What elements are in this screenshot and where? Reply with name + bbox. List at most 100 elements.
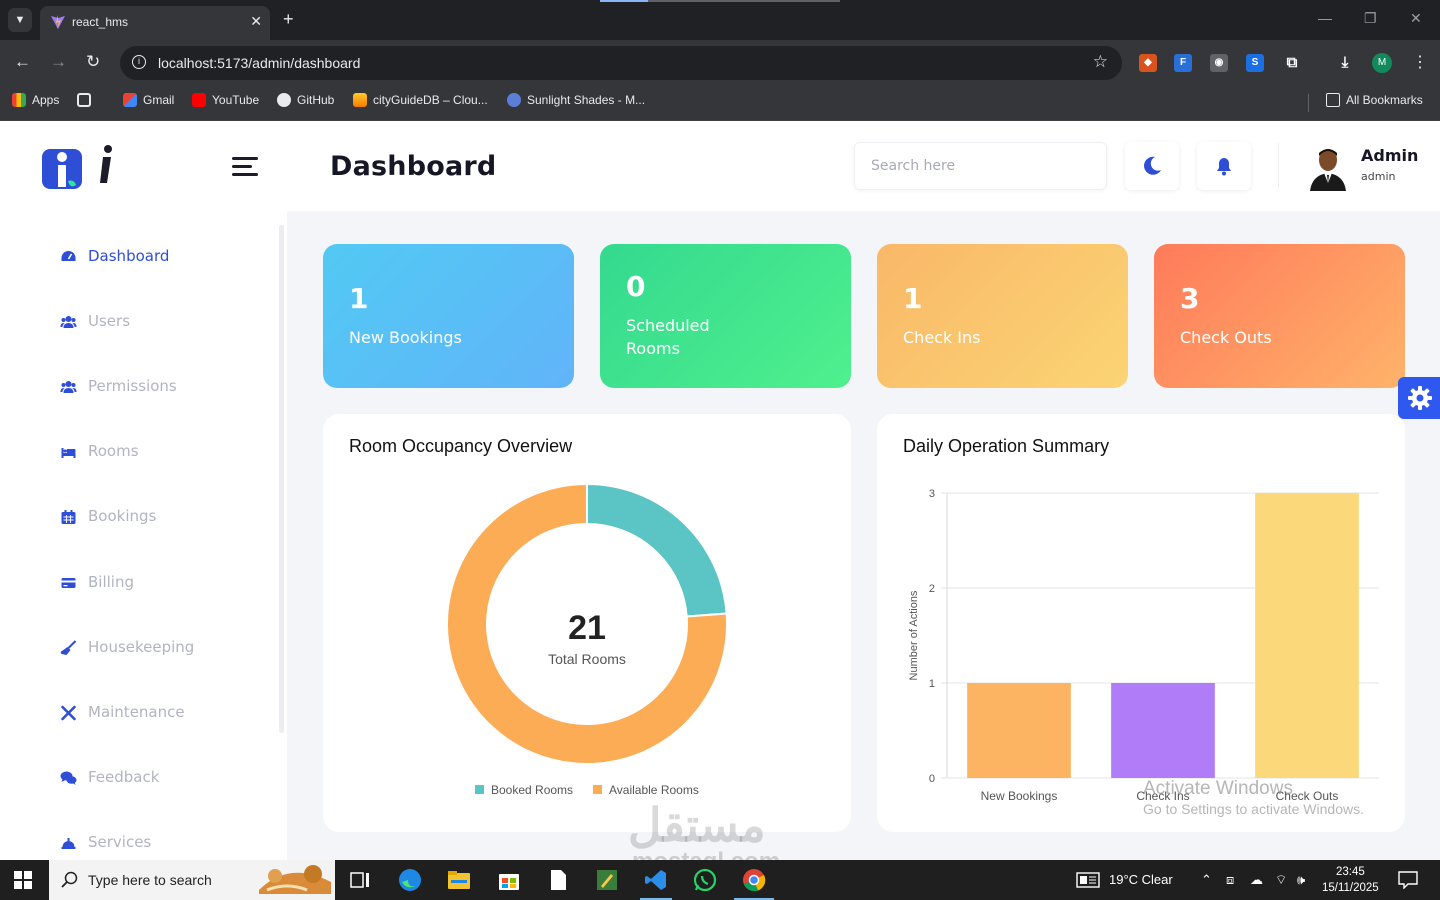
apps-grid-icon	[12, 93, 26, 107]
extension-s-icon[interactable]: S	[1246, 54, 1264, 72]
chrome-icon[interactable]	[742, 868, 766, 892]
sidebar-item-label: Housekeeping	[88, 638, 195, 656]
broom-icon	[60, 640, 77, 655]
y-axis-label: Number of Actions	[908, 590, 920, 680]
search-icon	[61, 871, 78, 888]
menu-toggle-icon[interactable]	[232, 157, 258, 177]
reload-icon[interactable]: ↻	[86, 52, 100, 72]
show-hidden-icons-chevron-icon[interactable]: ⌃	[1201, 872, 1212, 888]
notification-center-icon[interactable]	[1398, 871, 1418, 889]
app-logo[interactable]	[40, 143, 120, 191]
stat-card-check-ins[interactable]: 1 Check Ins	[877, 244, 1128, 388]
browser-tab[interactable]: react_hms ✕	[40, 6, 270, 40]
stat-card-check-outs[interactable]: 3 Check Outs	[1154, 244, 1405, 388]
address-url[interactable]: localhost:5173/admin/dashboard	[158, 55, 360, 71]
sidebar-item-feedback[interactable]: Feedback	[60, 763, 260, 793]
y-tick-label: 1	[929, 678, 935, 690]
search-input[interactable]	[854, 142, 1107, 190]
notifications-button[interactable]	[1197, 142, 1251, 190]
address-bar[interactable]: i localhost:5173/admin/dashboard ☆	[120, 46, 1122, 80]
network-wifi-icon[interactable]: ⌔	[1275, 872, 1287, 888]
downloads-icon[interactable]: ⤓	[1336, 54, 1354, 72]
file-explorer-icon[interactable]	[447, 868, 471, 892]
meet-now-icon[interactable]: ⧈	[1226, 872, 1234, 888]
folder-icon	[1326, 93, 1340, 107]
sidebar-item-rooms[interactable]: Rooms	[60, 437, 260, 467]
watermark-logo: مستقل	[628, 799, 766, 851]
task-view-icon[interactable]	[348, 868, 372, 892]
tab-close-icon[interactable]: ✕	[250, 13, 262, 30]
new-tab-icon[interactable]: +	[283, 9, 294, 30]
sidebar-scrollbar[interactable]	[279, 225, 284, 733]
site-info-icon[interactable]: i	[132, 55, 146, 69]
bookmark-separator	[1308, 94, 1309, 112]
news-widget-icon[interactable]	[1076, 872, 1100, 888]
bookmark-cityguidedb[interactable]: cityGuideDB – Clou...	[353, 93, 488, 113]
browser-menu-icon[interactable]: ⋮	[1412, 52, 1428, 72]
x-tick-label: New Bookings	[981, 789, 1058, 803]
extension-2-icon[interactable]: F	[1174, 54, 1192, 72]
tab-groups-icon[interactable]	[77, 93, 97, 113]
taskbar-search-box[interactable]: Type here to search	[49, 860, 335, 900]
sidebar-item-label: Bookings	[88, 507, 157, 525]
bookmark-star-icon[interactable]: ☆	[1093, 52, 1108, 72]
bed-icon	[61, 448, 76, 458]
sidebar-item-housekeeping[interactable]: Housekeeping	[60, 633, 260, 663]
notepad-icon[interactable]	[546, 868, 570, 892]
windows-start-icon[interactable]	[14, 871, 32, 889]
bookmark-youtube[interactable]: YouTube	[192, 93, 259, 113]
stat-card-new-bookings[interactable]: 1 New Bookings	[323, 244, 574, 388]
whatsapp-icon[interactable]	[693, 868, 717, 892]
pencil-app-icon[interactable]	[595, 868, 619, 892]
dashboard-gauge-icon	[61, 251, 76, 261]
volume-icon[interactable]: 🕪	[1297, 872, 1305, 888]
donut-slice-booked-rooms[interactable]	[586, 482, 728, 618]
stat-card-scheduled-rooms[interactable]: 0 Scheduled Rooms	[600, 244, 851, 388]
back-icon[interactable]: ←	[14, 52, 31, 72]
legend-label[interactable]: Available Rooms	[609, 783, 699, 797]
extensions-puzzle-icon[interactable]: ⧉	[1283, 54, 1301, 72]
sidebar-item-bookings[interactable]: Bookings	[60, 502, 260, 532]
sidebar-item-users[interactable]: Users	[60, 307, 260, 337]
camera-extension-icon[interactable]: ◉	[1210, 54, 1228, 72]
bar-check-outs[interactable]	[1255, 493, 1359, 778]
donut-center-label: Total Rooms	[548, 651, 626, 667]
settings-gear-button[interactable]	[1398, 377, 1440, 419]
weather-text[interactable]: 19°C Clear	[1109, 872, 1173, 887]
sidebar: Dashboard Users Permissions Rooms Bookin…	[0, 211, 287, 860]
user-avatar[interactable]	[1304, 143, 1352, 191]
sidebar-item-dashboard[interactable]: Dashboard	[60, 242, 260, 272]
vscode-icon[interactable]	[644, 868, 668, 892]
edge-browser-icon[interactable]	[398, 868, 422, 892]
all-bookmarks[interactable]: All Bookmarks	[1326, 93, 1423, 113]
sidebar-item-label: Feedback	[88, 768, 160, 786]
onedrive-cloud-icon[interactable]: ☁	[1250, 872, 1263, 888]
legend-label[interactable]: Booked Rooms	[491, 783, 573, 797]
forward-icon[interactable]: →	[50, 52, 67, 72]
close-window-icon[interactable]: ✕	[1410, 10, 1422, 27]
firebase-icon	[353, 93, 367, 107]
donut-center-value: 21	[568, 609, 606, 647]
sidebar-item-services[interactable]: Services	[60, 828, 260, 858]
bookmark-github[interactable]: GitHub	[277, 93, 334, 113]
browser-tab-strip: ▼ react_hms ✕ + — ❐ ✕	[0, 0, 1440, 40]
dark-mode-toggle-button[interactable]	[1125, 142, 1179, 190]
bar-new-bookings[interactable]	[967, 683, 1071, 778]
sidebar-item-maintenance[interactable]: Maintenance	[60, 698, 260, 728]
extension-1-icon[interactable]: ◆	[1139, 54, 1157, 72]
vite-favicon-icon	[51, 15, 65, 29]
tab-search-chevron-icon[interactable]: ▼	[8, 8, 32, 32]
system-clock[interactable]: 23:45 15/11/2025	[1322, 864, 1379, 896]
profile-avatar-icon[interactable]: M	[1372, 53, 1392, 73]
bookmark-sunlight-shades[interactable]: Sunlight Shades - M...	[507, 93, 645, 113]
sidebar-item-billing[interactable]: Billing	[60, 568, 260, 598]
sidebar-item-permissions[interactable]: Permissions	[60, 372, 260, 402]
bookmark-gmail[interactable]: Gmail	[123, 93, 174, 113]
bookmark-label: YouTube	[212, 93, 260, 107]
all-bookmarks-label: All Bookmarks	[1346, 93, 1423, 107]
restore-icon[interactable]: ❐	[1364, 10, 1377, 27]
bookmark-apps[interactable]: Apps	[12, 93, 59, 113]
minimize-icon[interactable]: —	[1318, 10, 1332, 26]
microsoft-store-icon[interactable]	[497, 868, 521, 892]
bar-check-ins[interactable]	[1111, 683, 1215, 778]
